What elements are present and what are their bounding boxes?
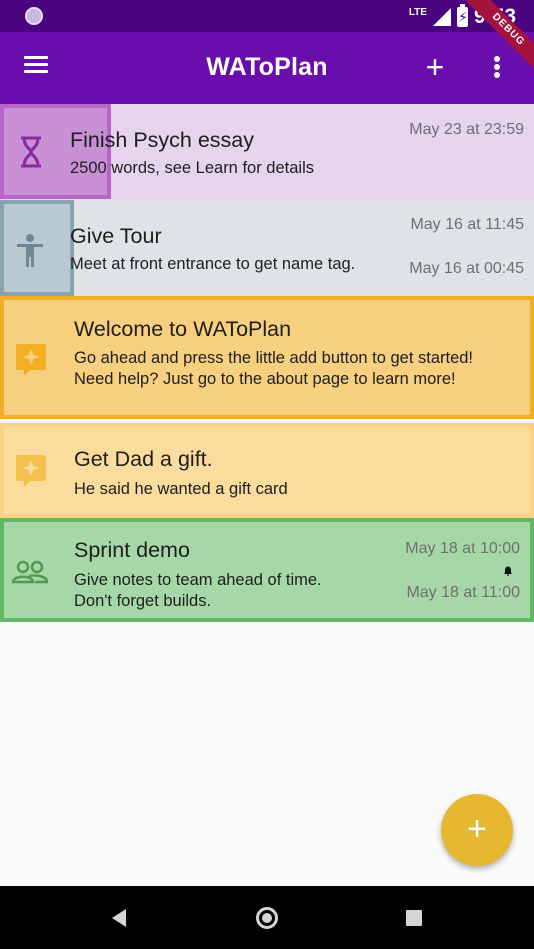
system-nav-bar — [0, 886, 534, 949]
sparkle-icon — [16, 344, 46, 376]
task-end-date: May 18 at 11:00 — [406, 584, 520, 601]
add-task-button[interactable]: + — [423, 49, 447, 85]
more-options-icon[interactable] — [494, 56, 500, 78]
task-date: May 23 at 23:59 — [409, 121, 524, 138]
task-card[interactable]: Give Tour Meet at front entrance to get … — [0, 200, 534, 296]
task-icon-box — [0, 200, 74, 296]
task-description: 2500 words, see Learn for details — [70, 159, 314, 177]
task-title: Sprint demo — [74, 538, 190, 562]
task-title: Finish Psych essay — [70, 128, 255, 152]
task-start-date: May 16 at 11:45 — [410, 216, 524, 233]
person-icon — [17, 234, 43, 267]
alarm-bell-icon — [504, 566, 512, 576]
status-bar: LTE ⚡ 9:53 — [0, 0, 534, 32]
task-title: Give Tour — [70, 224, 162, 248]
task-title: Get Dad a gift. — [74, 447, 213, 471]
signal-icon — [432, 8, 451, 26]
people-icon — [12, 560, 48, 584]
task-card[interactable]: Sprint demo Give notes to team ahead of … — [0, 518, 534, 622]
task-start-date: May 18 at 10:00 — [405, 540, 520, 557]
notification-dot-icon — [25, 7, 43, 25]
sparkle-icon — [16, 455, 46, 487]
battery-icon: ⚡ — [456, 4, 468, 27]
task-card[interactable]: Welcome to WAToPlan Go ahead and press t… — [0, 296, 534, 419]
task-description: He said he wanted a gift card — [74, 480, 288, 498]
task-card[interactable]: Get Dad a gift. He said he wanted a gift… — [0, 423, 534, 518]
task-description: Meet at front entrance to get name tag. — [70, 255, 356, 273]
home-icon[interactable] — [256, 907, 278, 929]
recent-apps-icon[interactable] — [406, 910, 422, 926]
task-card[interactable]: Finish Psych essay 2500 words, see Learn… — [0, 104, 534, 200]
app-bar: WAToPlan + — [0, 32, 534, 104]
add-fab-button[interactable]: + — [441, 794, 513, 866]
back-icon[interactable] — [112, 909, 126, 927]
task-end-date: May 16 at 00:45 — [409, 260, 524, 277]
app-title: WAToPlan — [206, 53, 328, 81]
task-description: Give notes to team ahead of time. Don't … — [74, 571, 322, 610]
task-description: Go ahead and press the little add button… — [74, 349, 474, 388]
hourglass-icon — [21, 136, 41, 168]
network-type: LTE — [408, 6, 427, 18]
task-title: Welcome to WAToPlan — [74, 317, 292, 341]
battery-charging-icon: ⚡ — [457, 9, 468, 25]
